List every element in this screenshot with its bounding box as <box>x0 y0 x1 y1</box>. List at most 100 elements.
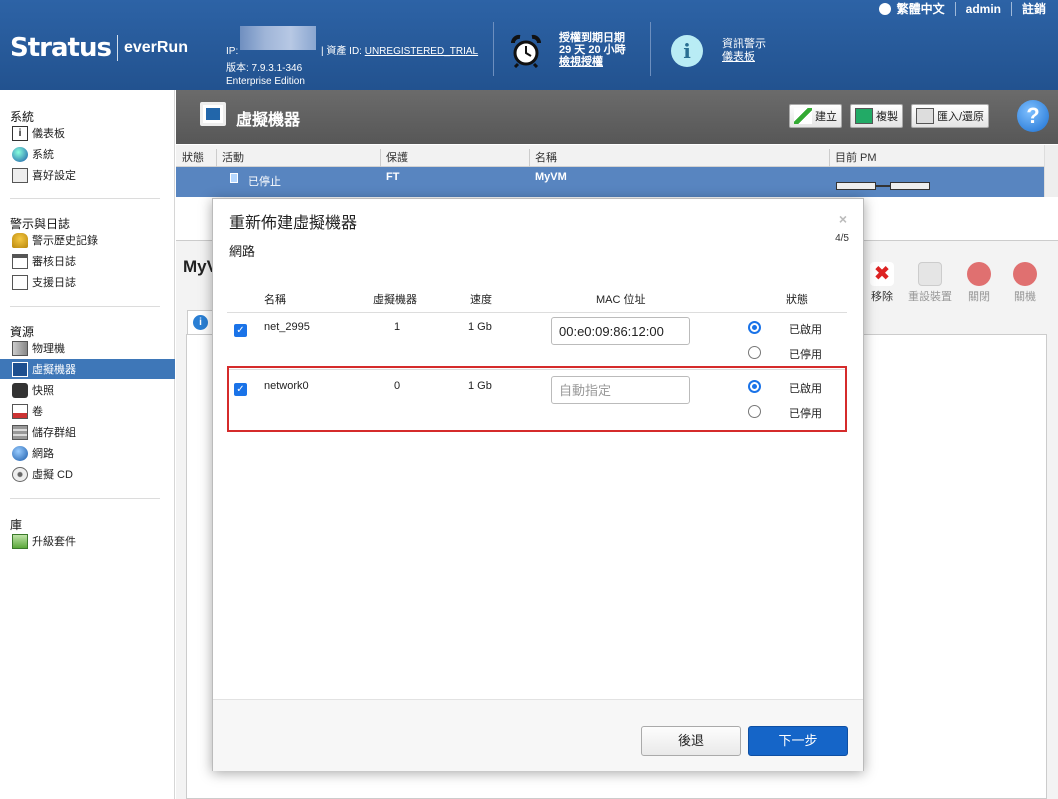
details-info-tab[interactable]: i <box>187 310 215 334</box>
dialog-title: 重新佈建虛擬機器 <box>229 215 358 232</box>
reset-device-icon <box>918 262 942 286</box>
server-icon <box>12 340 28 356</box>
enabled-radio[interactable] <box>748 321 761 334</box>
sidebar-item-dashboard[interactable]: i 儀表板 <box>12 123 65 143</box>
alarm-clock-icon <box>511 34 541 68</box>
disabled-label: 已停用 <box>789 349 822 361</box>
enabled-label: 已啟用 <box>789 383 822 395</box>
copy-button[interactable]: 複製 <box>850 104 903 128</box>
sidebar-item-snapshots[interactable]: 快照 <box>12 380 54 400</box>
asset-label: | 資產 ID: <box>321 46 362 57</box>
sidebar-item-system[interactable]: 系統 <box>12 144 54 164</box>
network-vm-count: 0 <box>394 380 401 392</box>
grid-scrollbar[interactable] <box>1044 145 1058 197</box>
network-globe-icon <box>12 445 28 461</box>
enabled-radio[interactable] <box>748 380 761 393</box>
sidebar-item-upgrade-kits[interactable]: 升級套件 <box>12 531 76 551</box>
bell-icon <box>12 232 28 248</box>
sidebar-item-audit-log[interactable]: 審核日誌 <box>12 251 76 271</box>
reprovision-vm-dialog: 重新佈建虛擬機器 網路 × 4/5 名稱 虛擬機器 速度 MAC 位址 狀態 ✓… <box>212 198 864 771</box>
back-button[interactable]: 後退 <box>641 726 741 756</box>
close-icon[interactable]: × <box>839 211 847 227</box>
edition-text: Enterprise Edition <box>226 76 305 87</box>
cd-icon <box>12 466 28 482</box>
row-protection: FT <box>386 171 400 183</box>
network-speed: 1 Gb <box>468 321 492 333</box>
upgrade-kit-icon <box>12 533 28 549</box>
step-indicator: 4/5 <box>835 233 849 244</box>
shutdown-action[interactable]: 關機 <box>1000 262 1050 304</box>
volume-icon <box>12 403 28 419</box>
network-name: net_2995 <box>264 321 310 333</box>
top-right-menu: 繁體中文 admin 註銷 <box>869 2 1048 16</box>
edit-document-icon <box>12 274 28 290</box>
col-activity[interactable]: 活動 <box>222 149 244 165</box>
sidebar-item-virtual-machines[interactable]: 虛擬機器 <box>0 359 175 379</box>
info-tab-icon: i <box>193 315 208 330</box>
create-button[interactable]: 建立 <box>789 104 842 128</box>
col-state: 狀態 <box>786 294 808 306</box>
sidebar-item-physical-machines[interactable]: 物理機 <box>12 338 65 358</box>
import-restore-button[interactable]: 匯入/還原 <box>911 104 990 128</box>
remove-action[interactable]: ✖ 移除 <box>857 262 907 304</box>
vm-icon <box>12 361 28 377</box>
poweroff-action[interactable]: 關閉 <box>954 262 1004 304</box>
network-name: network0 <box>264 380 309 392</box>
camera-icon <box>12 382 28 398</box>
vm-grid-header: 狀態 活動 保護 名稱 目前 PM <box>176 145 1058 171</box>
dialog-subtitle: 網路 <box>229 244 256 259</box>
wand-icon <box>794 108 812 124</box>
disabled-label: 已停用 <box>789 408 822 420</box>
logout-link[interactable]: 註銷 <box>1012 2 1048 16</box>
col-current-pm[interactable]: 目前 PM <box>835 149 877 165</box>
user-menu[interactable]: admin <box>956 2 1012 16</box>
network-speed: 1 Gb <box>468 380 492 392</box>
shutdown-icon <box>1013 262 1037 286</box>
network-checkbox[interactable]: ✓ <box>234 383 247 396</box>
disabled-radio[interactable] <box>748 405 761 418</box>
dashboard-link[interactable]: 儀表板 <box>722 51 755 63</box>
license-info: 授權到期日期 29 天 20 小時 檢視授權 <box>559 32 626 68</box>
table-row[interactable]: 已停止 FT MyVM <box>176 167 1044 197</box>
help-icon[interactable]: ? <box>1017 100 1049 132</box>
col-name[interactable]: 名稱 <box>535 149 557 165</box>
copy-icon <box>855 108 873 124</box>
sidebar-item-alert-history[interactable]: 警示歷史記錄 <box>12 230 98 250</box>
enabled-label: 已啟用 <box>789 324 822 336</box>
col-network-name: 名稱 <box>264 294 286 306</box>
sidebar-item-storage-groups[interactable]: 儲存群組 <box>12 422 76 442</box>
stratus-logo: Stratus everRun <box>10 33 188 63</box>
vm-monitor-icon <box>200 102 226 126</box>
network-checkbox[interactable]: ✓ <box>234 324 247 337</box>
sidebar-item-preferences[interactable]: 喜好設定 <box>12 165 76 185</box>
col-status[interactable]: 狀態 <box>182 149 204 165</box>
view-license-link[interactable]: 檢視授權 <box>559 56 603 68</box>
reset-device-action[interactable]: 重設裝置 <box>905 262 955 304</box>
next-button[interactable]: 下一步 <box>748 726 848 756</box>
col-protection[interactable]: 保護 <box>386 149 408 165</box>
sidebar-item-virtual-cd[interactable]: 虛擬 CD <box>12 464 73 484</box>
page-title: 虛擬機器 <box>236 112 301 129</box>
preferences-icon <box>12 167 28 183</box>
sidebar-item-volumes[interactable]: 卷 <box>12 401 43 421</box>
network-vm-count: 1 <box>394 321 401 333</box>
info-icon: i <box>671 35 703 67</box>
ip-label: IP: <box>226 46 239 57</box>
stopped-icon <box>230 173 238 183</box>
row-activity: 已停止 <box>248 176 281 188</box>
disabled-radio[interactable] <box>748 346 761 359</box>
asset-id-link[interactable]: UNREGISTERED_TRIAL <box>365 46 478 57</box>
mac-address-input[interactable] <box>551 317 690 345</box>
ip-redacted <box>240 26 317 50</box>
page-title-bar: 虛擬機器 建立 複製 匯入/還原 <box>176 90 1058 144</box>
app-header: Stratus everRun 繁體中文 admin 註銷 IP: | 資產 I… <box>0 0 1058 90</box>
sidebar-item-networks[interactable]: 網路 <box>12 443 54 463</box>
col-vm-count: 虛擬機器 <box>373 294 417 306</box>
mac-address-input[interactable] <box>551 376 690 404</box>
highlight-box <box>227 366 847 432</box>
globe-icon <box>878 3 891 15</box>
poweroff-icon <box>967 262 991 286</box>
sidebar-item-support-log[interactable]: 支援日誌 <box>12 272 76 292</box>
dashboard-icon: i <box>12 125 28 141</box>
language-selector[interactable]: 繁體中文 <box>869 2 956 16</box>
